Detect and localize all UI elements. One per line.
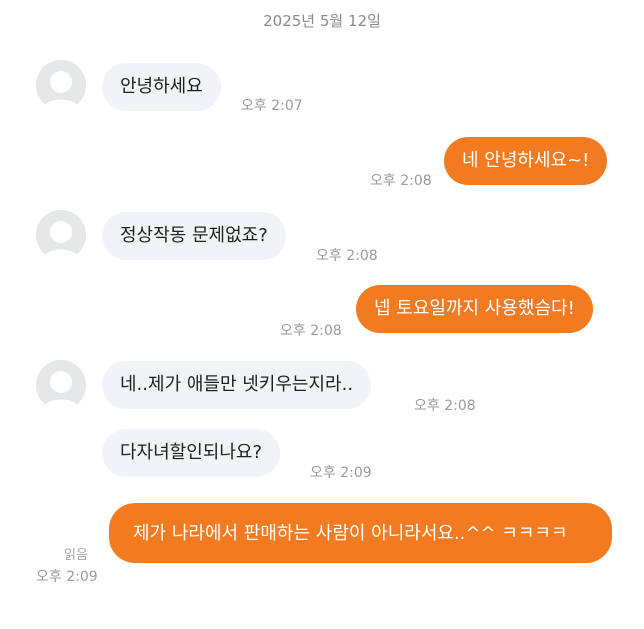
message-timestamp: 오후 2:08 — [414, 398, 476, 414]
default-profile-icon — [36, 210, 86, 260]
message-timestamp: 오후 2:09 — [36, 569, 98, 585]
outgoing-message-bubble[interactable]: 넵 토요일까지 사용했슴다! — [356, 285, 593, 333]
message-timestamp: 오후 2:08 — [280, 323, 342, 339]
incoming-message-bubble[interactable]: 정상작동 문제없죠? — [102, 212, 286, 260]
incoming-message-bubble[interactable]: 네..제가 애들만 넷키우는지라.. — [102, 361, 372, 409]
sender-avatar[interactable] — [36, 360, 86, 410]
sender-avatar[interactable] — [36, 210, 86, 260]
message-timestamp: 오후 2:08 — [370, 173, 432, 189]
read-receipt: 읽음 — [64, 548, 88, 563]
sender-avatar[interactable] — [36, 60, 86, 110]
chat-area: 2025년 5월 12일 안녕하세요 오후 2:07 오후 2:08 네 안녕하… — [0, 0, 644, 629]
message-timestamp: 오후 2:08 — [316, 248, 378, 264]
outgoing-message-bubble[interactable]: 네 안녕하세요~! — [444, 137, 608, 185]
incoming-message-bubble[interactable]: 안녕하세요 — [102, 63, 221, 111]
incoming-message-bubble[interactable]: 다자녀할인되나요? — [102, 429, 281, 477]
message-timestamp: 오후 2:09 — [310, 465, 372, 481]
default-profile-icon — [36, 60, 86, 110]
date-separator: 2025년 5월 12일 — [263, 12, 381, 30]
message-timestamp: 오후 2:07 — [241, 98, 303, 114]
default-profile-icon — [36, 360, 86, 410]
outgoing-message-bubble[interactable]: 제가 나라에서 판매하는 사람이 아니라서요..^^ ㅋㅋㅋㅋ — [109, 503, 612, 563]
